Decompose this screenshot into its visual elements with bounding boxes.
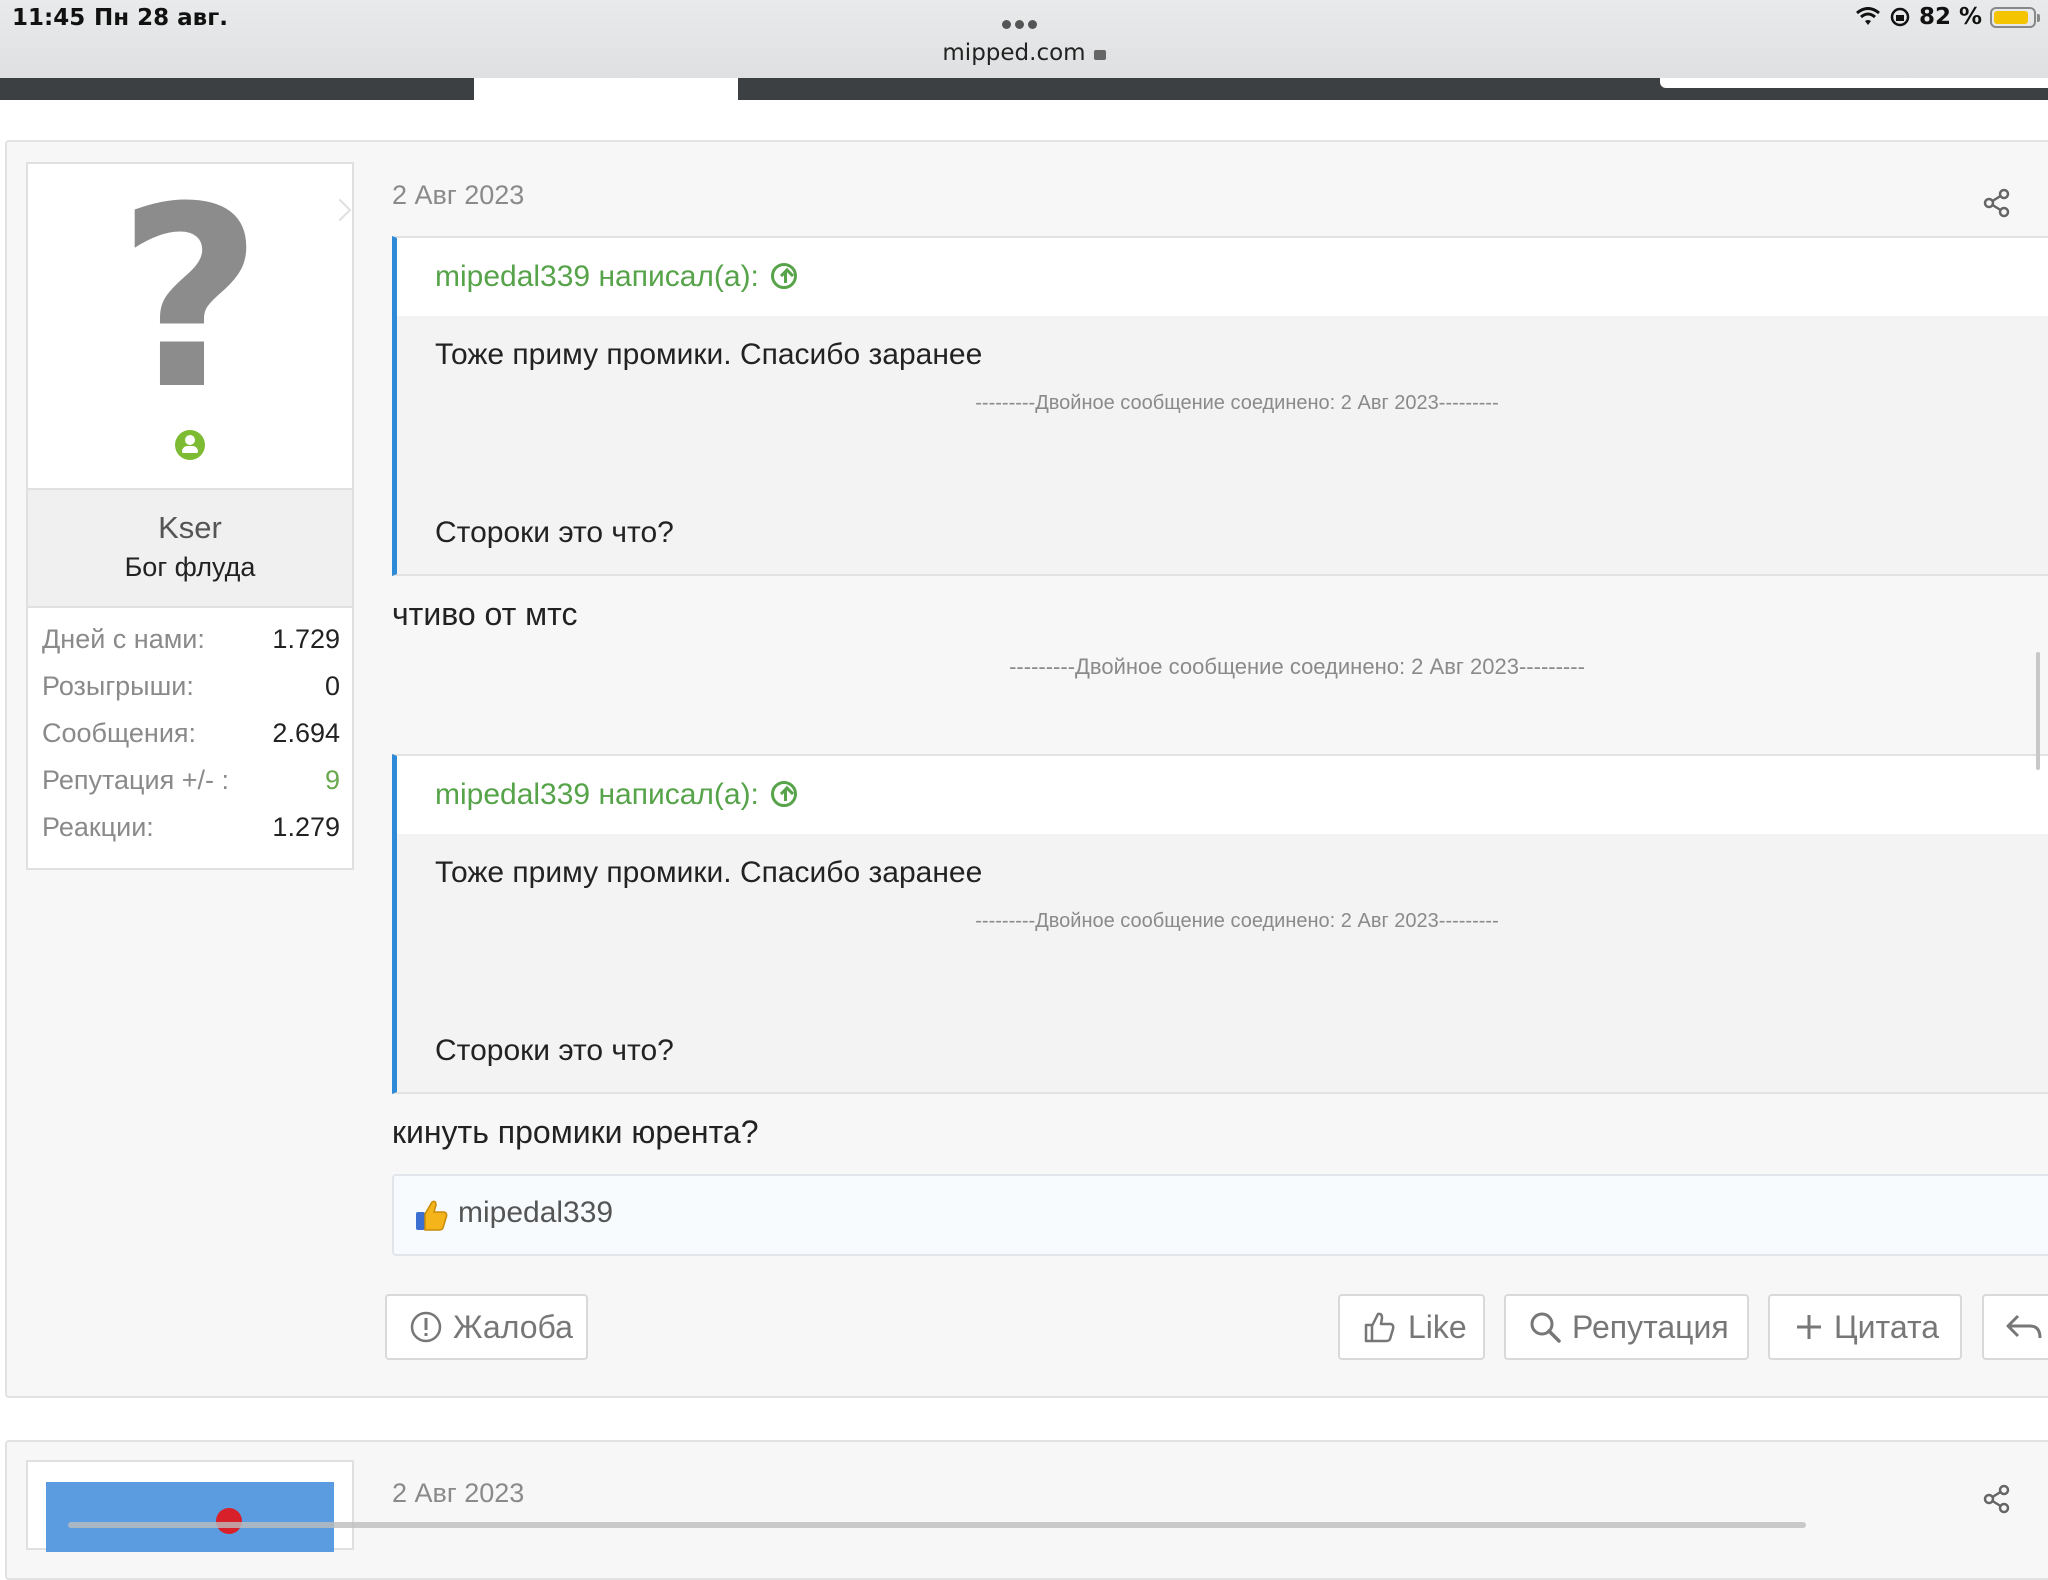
stat-value-reputation[interactable]: 9 (325, 765, 340, 812)
thumbs-up-outline-icon (1364, 1312, 1395, 1343)
date: Пн 28 авг. (94, 5, 228, 31)
lock-icon (1093, 50, 1106, 60)
reactions-bar[interactable]: mipedal339 (392, 1174, 2048, 1256)
stat-value: 1.729 (272, 624, 340, 654)
stat-row: Реакции: 1.279 (42, 812, 340, 859)
avatar-next[interactable] (46, 1482, 334, 1552)
plus-icon (1797, 1315, 1821, 1339)
reputation-button[interactable]: Репутация (1504, 1294, 1749, 1360)
quote-text: Тоже приму промики. Спасибо заранее (435, 856, 983, 889)
quote-block: mipedal339 написал(а): Тоже приму промик… (392, 754, 2048, 1094)
user-header: Kser Бог флуда (28, 488, 352, 608)
search-icon (1530, 1312, 1561, 1343)
merge-notice: ---------Двойное сообщение соединено: 2 … (975, 910, 1499, 932)
site-search-box[interactable] (1660, 78, 2048, 88)
quote-button[interactable]: Цитата (1768, 1294, 1962, 1360)
reply-icon (2006, 1314, 2042, 1339)
quote-author-link[interactable]: mipedal339 написал(а): (435, 778, 797, 812)
stat-row: Репутация +/- : 9 (42, 765, 340, 812)
post-text: чтиво от мтс (392, 596, 578, 632)
stat-label: Розыгрыши: (42, 671, 194, 701)
username[interactable]: Kser (28, 510, 352, 546)
user-stats: Дней с нами: 1.729 Розыгрыши: 0 Сообщения:… (42, 624, 340, 859)
share-icon[interactable] (1982, 1484, 2012, 1514)
post-date[interactable]: 2 Авг 2023 (392, 180, 524, 211)
quote-text: Стороки это что? (435, 1034, 674, 1067)
merge-notice: ---------Двойное сообщение соединено: 2 … (975, 392, 1499, 414)
quote-block: mipedal339 написал(а): Тоже приму промик… (392, 236, 2048, 576)
browser-status-bar: 11:45 Пн 28 авг. mipped.com 82 % (0, 0, 2048, 78)
stat-value: 0 (324, 671, 340, 701)
avatar-placeholder-icon: ? (117, 153, 263, 444)
stat-row: Розыгрыши: 0 (42, 671, 340, 718)
alert-icon (410, 1311, 442, 1343)
url-text: mipped.com (942, 40, 1086, 66)
quote-header: mipedal339 написал(а): (397, 756, 2048, 834)
orientation-lock-icon (1890, 7, 1910, 27)
avatar[interactable]: ? (28, 164, 352, 486)
address-bar[interactable]: mipped.com (0, 40, 2048, 66)
status-icons: 82 % (1855, 4, 2040, 30)
share-icon[interactable] (1982, 188, 2012, 218)
stat-label: Дней с нами: (42, 624, 205, 654)
quote-text: Тоже приму промики. Спасибо заранее (435, 338, 983, 371)
post-date-next[interactable]: 2 Авг 2023 (392, 1478, 524, 1509)
stat-value: 2.694 (272, 718, 340, 748)
stat-row: Сообщения: 2.694 (42, 718, 340, 765)
online-status-icon (175, 430, 205, 460)
clock: 11:45 (12, 5, 86, 31)
post-text: кинуть промики юрента? (392, 1114, 759, 1150)
jump-up-icon[interactable] (770, 781, 797, 807)
reputation-label: Репутация (1572, 1308, 1729, 1345)
stat-value: 1.279 (272, 812, 340, 842)
quote-header: mipedal339 написал(а): (397, 238, 2048, 316)
quote-author-link[interactable]: mipedal339 написал(а): (435, 260, 797, 294)
horizontal-scroll-indicator (68, 1522, 1806, 1528)
stat-row: Дней с нами: 1.729 (42, 624, 340, 671)
reply-button[interactable] (1982, 1294, 2048, 1360)
like-label: Like (1408, 1308, 1467, 1345)
battery-icon (1990, 6, 2040, 28)
stat-label: Сообщения: (42, 718, 197, 748)
user-info-panel: ? Kser Бог флуда Дней с нами: 1.729 Розыг… (26, 162, 354, 870)
merge-notice: ---------Двойное сообщение соединено: 2 … (1009, 654, 1585, 679)
quote-label: Цитата (1834, 1308, 1940, 1345)
jump-up-icon[interactable] (770, 263, 797, 289)
report-label: Жалоба (453, 1308, 573, 1345)
report-button[interactable]: Жалоба (385, 1294, 588, 1360)
stat-label: Реакции: (42, 812, 154, 842)
site-nav-active-tab[interactable] (474, 78, 738, 100)
like-button[interactable]: Like (1338, 1294, 1485, 1360)
battery-percent: 82 % (1918, 4, 1982, 30)
user-info-panel-next (26, 1460, 354, 1552)
stat-label: Репутация +/- : (42, 765, 229, 795)
quote-text: Стороки это что? (435, 516, 674, 549)
more-dots-icon[interactable] (1000, 14, 1044, 29)
wifi-icon (1855, 7, 1880, 25)
user-title: Бог флуда (124, 552, 256, 582)
vertical-scroll-indicator (2036, 652, 2040, 770)
reaction-user[interactable]: mipedal339 (458, 1196, 613, 1230)
thumbs-up-icon (416, 1200, 448, 1231)
